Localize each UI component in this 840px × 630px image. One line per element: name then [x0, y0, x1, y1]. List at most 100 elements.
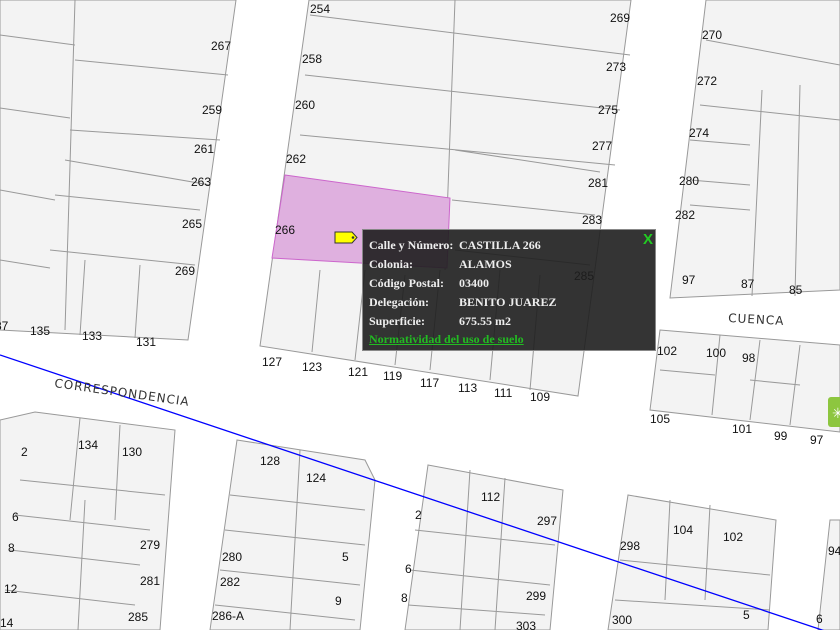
label: Delegación:: [369, 295, 429, 309]
value: 03400: [459, 276, 489, 290]
lot-number: 6: [12, 510, 19, 524]
lot-number: 280: [222, 550, 242, 564]
value: 675.55 m2: [459, 314, 511, 328]
lot-number: 134: [78, 438, 98, 452]
lot-number: 97: [682, 273, 696, 287]
lot-number: 97: [810, 433, 824, 447]
info-row-address: Calle y Número: CASTILLA 266: [369, 236, 649, 255]
lot-number: 281: [140, 574, 160, 588]
lot-number: 100: [706, 346, 726, 360]
tag-icon[interactable]: [334, 231, 358, 244]
lot-number: 297: [537, 514, 557, 528]
lot-number: 111: [494, 386, 513, 400]
street-label-cuenca: CUENCA: [728, 311, 785, 328]
lot-number: 12: [4, 582, 18, 596]
lot-number: 281: [588, 176, 608, 190]
lot-number: 261: [194, 142, 214, 156]
lot-number: 298: [620, 539, 640, 553]
lot-number: 133: [82, 329, 102, 343]
lot-number: 135: [30, 324, 50, 338]
lot-number: 128: [260, 454, 280, 468]
lot-number: 265: [182, 217, 202, 231]
lot-number: 283: [582, 213, 602, 227]
lot-number: 274: [689, 126, 709, 140]
lot-number: 267: [211, 39, 231, 53]
lot-number: 269: [610, 11, 630, 25]
lot-number: 258: [302, 52, 322, 66]
lot-number: 104: [673, 523, 693, 537]
lot-number: 85: [789, 283, 803, 297]
street-label-correspondencia: CORRESPONDENCIA: [54, 376, 191, 409]
lot-number: 130: [122, 445, 142, 459]
lot-number: 299: [526, 589, 546, 603]
lot-number: 270: [702, 28, 722, 42]
land-use-link[interactable]: Normatividad del uso de suelo: [369, 332, 649, 347]
lot-number: 99: [774, 429, 788, 443]
lot-number: 117: [420, 376, 439, 390]
lot-number: 98: [742, 351, 756, 365]
parcel-info-popup: X Calle y Número: CASTILLA 266 Colonia: AL…: [362, 229, 656, 351]
lot-number: 285: [128, 610, 148, 624]
lot-number: 286-A: [212, 609, 244, 623]
lot-number: 102: [657, 344, 677, 358]
lot-number: 259: [202, 103, 222, 117]
block-south-3: [607, 494, 777, 630]
label: Superficie:: [369, 314, 425, 328]
block-northeast: [669, 0, 840, 299]
block-northwest: [0, 0, 237, 341]
lot-number: 266: [275, 223, 295, 237]
lot-number: 94: [828, 544, 840, 558]
block-south-center: [209, 439, 376, 630]
lot-number: 269: [175, 264, 195, 278]
lot-number: 131: [136, 335, 156, 349]
lot-number: 112: [481, 490, 500, 504]
close-button[interactable]: X: [643, 231, 653, 248]
label: Código Postal:: [369, 276, 444, 290]
lot-number: 119: [383, 369, 402, 383]
lot-number: 6: [816, 612, 823, 626]
lot-number: 113: [458, 381, 477, 395]
lot-number: 254: [310, 2, 330, 16]
lot-number: 262: [286, 152, 306, 166]
lot-number: 124: [306, 471, 326, 485]
lot-number: 303: [516, 619, 536, 630]
lot-number: 121: [348, 365, 368, 379]
lot-number: 109: [530, 390, 550, 404]
lot-number: 8: [8, 541, 15, 555]
lot-number: 14: [0, 616, 14, 630]
green-marker-icon[interactable]: ✳: [828, 397, 840, 427]
lot-number: 282: [675, 208, 695, 222]
lot-number: 275: [598, 103, 618, 117]
lot-number: 277: [592, 139, 612, 153]
lot-number: 102: [723, 530, 743, 544]
lot-number: 263: [191, 175, 211, 189]
label: Colonia:: [369, 257, 414, 271]
info-row-delegacion: Delegación: BENITO JUAREZ: [369, 293, 649, 312]
lot-number: 87: [741, 277, 755, 291]
label: Calle y Número:: [369, 238, 454, 252]
value: CASTILLA 266: [459, 238, 541, 252]
value: BENITO JUAREZ: [459, 295, 557, 309]
lot-number: 5: [342, 550, 349, 564]
lot-number: 280: [679, 174, 699, 188]
info-row-area: Superficie: 675.55 m2: [369, 312, 649, 331]
info-row-colonia: Colonia: ALAMOS: [369, 255, 649, 274]
lot-number: 127: [262, 355, 282, 369]
value: ALAMOS: [459, 257, 512, 271]
lot-number: 9: [335, 594, 342, 608]
lot-number: 260: [295, 98, 315, 112]
lot-number: 279: [140, 538, 160, 552]
lot-number: 2: [21, 445, 28, 459]
lot-number: 105: [650, 412, 670, 426]
block-east: [649, 329, 840, 433]
lot-number: 282: [220, 575, 240, 589]
lot-number: 6: [405, 562, 412, 576]
lot-number: 123: [302, 360, 322, 374]
lot-number: 5: [743, 608, 750, 622]
lot-number: 2: [415, 508, 422, 522]
lot-number: 300: [612, 613, 632, 627]
lot-number: 101: [732, 422, 752, 436]
info-row-postal-code: Código Postal: 03400: [369, 274, 649, 293]
svg-text:✳: ✳: [832, 406, 840, 422]
lot-number: 273: [606, 60, 626, 74]
